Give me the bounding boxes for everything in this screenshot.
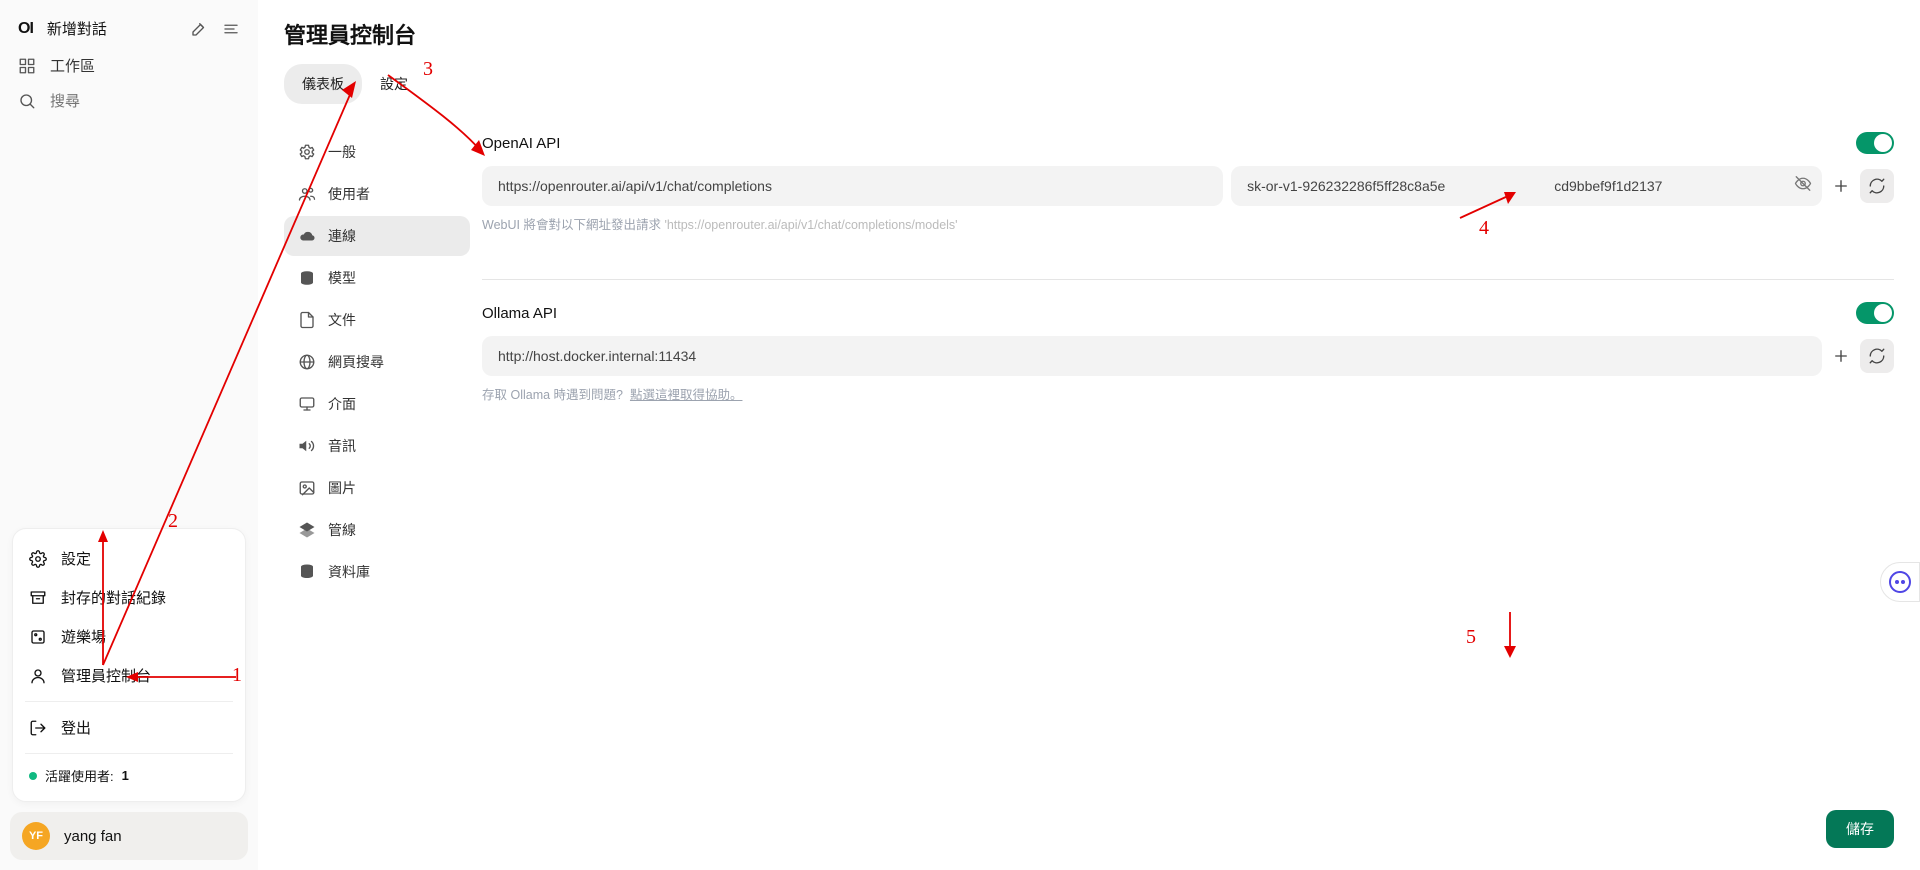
settings-nav-pipelines[interactable]: 管線 bbox=[284, 510, 470, 550]
ollama-url-input[interactable] bbox=[482, 336, 1822, 376]
active-users-count: 1 bbox=[122, 768, 129, 783]
settings-nav-web[interactable]: 網頁搜尋 bbox=[284, 342, 470, 382]
popup-divider bbox=[25, 753, 233, 754]
tab-dashboard[interactable]: 儀表板 bbox=[284, 64, 362, 104]
settings-nav-docs[interactable]: 文件 bbox=[284, 300, 470, 340]
openai-key-input[interactable] bbox=[1231, 166, 1822, 206]
edit-icon[interactable] bbox=[190, 20, 208, 38]
settings-nav-label: 資料庫 bbox=[328, 562, 370, 582]
popup-label: 遊樂場 bbox=[61, 626, 106, 647]
settings-nav-label: 一般 bbox=[328, 142, 356, 162]
active-users-label: 活躍使用者: bbox=[45, 766, 114, 785]
settings-nav-label: 連線 bbox=[328, 226, 356, 246]
search-icon bbox=[18, 92, 36, 110]
ollama-toggle[interactable] bbox=[1856, 302, 1894, 324]
ollama-hint: 存取 Ollama 時遇到問題? 點選這裡取得協助。 bbox=[482, 384, 1894, 403]
app-logo: OI bbox=[18, 20, 33, 38]
archive-icon bbox=[29, 589, 47, 607]
user-row[interactable]: YF yang fan bbox=[10, 812, 248, 860]
avatar: YF bbox=[22, 822, 50, 850]
page-title: 管理員控制台 bbox=[284, 18, 1894, 50]
openai-toggle[interactable] bbox=[1856, 132, 1894, 154]
openai-api-title: OpenAI API bbox=[482, 135, 560, 152]
active-users: 活躍使用者: 1 bbox=[17, 760, 241, 791]
sound-icon bbox=[298, 437, 316, 455]
helper-floating-button[interactable] bbox=[1880, 562, 1920, 602]
settings-nav-label: 管線 bbox=[328, 520, 356, 540]
settings-nav-connect[interactable]: 連線 bbox=[284, 216, 470, 256]
popup-label: 封存的對話紀錄 bbox=[61, 587, 166, 608]
sign-out-icon bbox=[29, 719, 47, 737]
menu-icon[interactable] bbox=[222, 20, 240, 38]
openai-hint: WebUI 將會對以下網址發出請求 'https://openrouter.ai… bbox=[482, 214, 1894, 233]
search-input[interactable] bbox=[50, 93, 249, 110]
ollama-api-title: Ollama API bbox=[482, 305, 557, 322]
user-name: yang fan bbox=[64, 828, 122, 845]
visibility-off-icon[interactable] bbox=[1794, 175, 1812, 198]
users-icon bbox=[298, 185, 316, 203]
popup-label: 設定 bbox=[61, 548, 91, 569]
settings-nav-audio[interactable]: 音訊 bbox=[284, 426, 470, 466]
globe-icon bbox=[298, 353, 316, 371]
popup-settings[interactable]: 設定 bbox=[17, 539, 241, 578]
sidebar-item-label: 工作區 bbox=[50, 55, 95, 76]
settings-nav-general[interactable]: 一般 bbox=[284, 132, 470, 172]
cloud-icon bbox=[298, 227, 316, 245]
popup-playground[interactable]: 遊樂場 bbox=[17, 617, 241, 656]
settings-nav-images[interactable]: 圖片 bbox=[284, 468, 470, 508]
layers-icon bbox=[298, 521, 316, 539]
section-divider bbox=[482, 279, 1894, 280]
settings-nav-label: 網頁搜尋 bbox=[328, 352, 384, 372]
db-icon bbox=[298, 563, 316, 581]
settings-nav-label: 音訊 bbox=[328, 436, 356, 456]
main: 管理員控制台 儀表板 設定 一般使用者連線模型文件網頁搜尋介面音訊圖片管線資料庫… bbox=[258, 0, 1920, 870]
settings-nav-label: 模型 bbox=[328, 268, 356, 288]
settings-body: OpenAI API bbox=[482, 132, 1894, 848]
image-icon bbox=[298, 479, 316, 497]
gear-icon bbox=[298, 143, 316, 161]
refresh-openai-button[interactable] bbox=[1860, 169, 1894, 203]
tabs: 儀表板 設定 bbox=[284, 64, 1894, 104]
sidebar-header: OI 新增對話 bbox=[8, 10, 250, 47]
popup-divider bbox=[25, 701, 233, 702]
settings-nav-label: 使用者 bbox=[328, 184, 370, 204]
settings-nav-label: 文件 bbox=[328, 310, 356, 330]
tab-settings[interactable]: 設定 bbox=[362, 64, 426, 104]
add-ollama-button[interactable] bbox=[1830, 345, 1852, 367]
monitor-icon bbox=[298, 395, 316, 413]
popup-label: 登出 bbox=[61, 717, 91, 738]
sidebar-item-workspace[interactable]: 工作區 bbox=[8, 47, 250, 84]
user-popup-menu: 設定 封存的對話紀錄 遊樂場 管理員控制台 登出 活躍使用者: bbox=[12, 528, 246, 802]
settings-nav-users[interactable]: 使用者 bbox=[284, 174, 470, 214]
new-chat-label[interactable]: 新增對話 bbox=[47, 18, 176, 39]
openai-url-input[interactable] bbox=[482, 166, 1223, 206]
popup-sign-out[interactable]: 登出 bbox=[17, 708, 241, 747]
add-openai-button[interactable] bbox=[1830, 175, 1852, 197]
ollama-help-link[interactable]: 點選這裡取得協助。 bbox=[630, 388, 743, 402]
settings-nav-models[interactable]: 模型 bbox=[284, 258, 470, 298]
openai-api-section: OpenAI API bbox=[482, 132, 1894, 233]
popup-label: 管理員控制台 bbox=[61, 665, 151, 686]
bot-face-icon bbox=[1889, 571, 1911, 593]
popup-archived[interactable]: 封存的對話紀錄 bbox=[17, 578, 241, 617]
admin-icon bbox=[29, 667, 47, 685]
doc-icon bbox=[298, 311, 316, 329]
status-dot-icon bbox=[29, 772, 37, 780]
gear-icon bbox=[29, 550, 47, 568]
settings-nav: 一般使用者連線模型文件網頁搜尋介面音訊圖片管線資料庫 bbox=[284, 132, 470, 848]
sidebar-search[interactable] bbox=[8, 84, 250, 118]
settings-nav-label: 圖片 bbox=[328, 478, 356, 498]
grid-icon bbox=[18, 57, 36, 75]
playground-icon bbox=[29, 628, 47, 646]
settings-nav-label: 介面 bbox=[328, 394, 356, 414]
ollama-api-section: Ollama API 存取 Ollama 時遇到問題? bbox=[482, 302, 1894, 403]
stack-icon bbox=[298, 269, 316, 287]
popup-admin-console[interactable]: 管理員控制台 bbox=[17, 656, 241, 695]
refresh-ollama-button[interactable] bbox=[1860, 339, 1894, 373]
sidebar: OI 新增對話 工作區 bbox=[0, 0, 258, 870]
save-button[interactable]: 儲存 bbox=[1826, 810, 1894, 848]
settings-nav-database[interactable]: 資料庫 bbox=[284, 552, 470, 592]
settings-nav-ui[interactable]: 介面 bbox=[284, 384, 470, 424]
